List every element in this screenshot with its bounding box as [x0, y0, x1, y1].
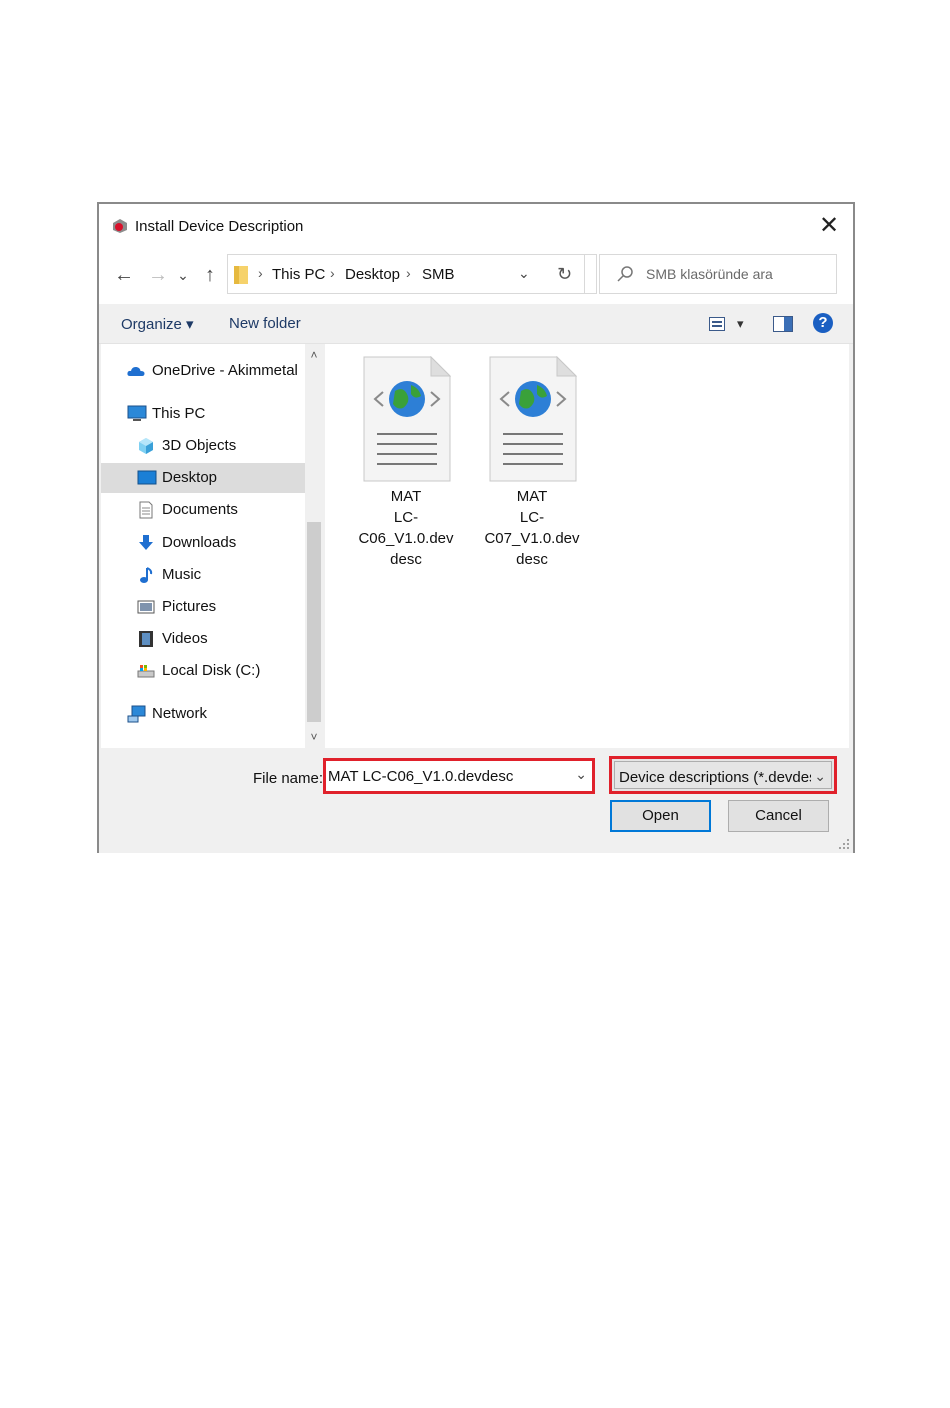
address-dropdown-icon[interactable]: ⌄	[518, 265, 530, 282]
up-button[interactable]: ↑	[199, 264, 221, 286]
organize-button[interactable]: Organize ▾	[121, 315, 194, 333]
document-icon	[139, 501, 153, 519]
address-row: ← → ⌄ ↑ › This PC › Desktop › SMB ⌄ ↻ SM…	[99, 248, 853, 304]
sidebar-item-3d-objects[interactable]: 3D Objects	[101, 431, 305, 461]
file-item[interactable]: MAT LC-C06_V1.0.dev desc	[351, 352, 461, 568]
music-note-icon	[140, 567, 153, 583]
sidebar-item-label: Music	[162, 566, 202, 583]
file-item[interactable]: MAT LC-C07_V1.0.dev desc	[477, 352, 587, 568]
sidebar-item-label: OneDrive - Akimmetal	[152, 362, 298, 379]
sidebar-item-onedrive[interactable]: OneDrive - Akimmetal	[101, 356, 305, 386]
sidebar-item-this-pc[interactable]: This PC	[101, 399, 305, 429]
up-arrow-icon: ↑	[205, 264, 215, 286]
breadcrumb-this-pc[interactable]: This PC	[272, 266, 325, 283]
sidebar-item-pictures[interactable]: Pictures	[101, 592, 305, 622]
chevron-down-icon[interactable]: ⌄	[575, 766, 587, 783]
preview-pane-icon[interactable]	[773, 316, 793, 332]
app-icon	[113, 219, 127, 233]
help-button[interactable]: ?	[813, 313, 833, 333]
sidebar-item-network[interactable]: Network	[101, 699, 305, 729]
refresh-button[interactable]: ↻	[545, 254, 585, 294]
cancel-button[interactable]: Cancel	[728, 800, 829, 832]
file-name-area: File name: ⌄ Device descriptions (*.devd…	[99, 748, 853, 853]
back-arrow-icon: ←	[114, 264, 134, 286]
sidebar-item-videos[interactable]: Videos	[101, 624, 305, 654]
drive-icon	[137, 665, 155, 678]
search-placeholder: SMB klasöründe ara	[646, 266, 773, 282]
view-dropdown-icon[interactable]: ▾	[737, 316, 744, 332]
sidebar-item-label: Videos	[162, 630, 208, 647]
chevron-down-icon: ⌄	[177, 267, 189, 283]
sidebar-item-desktop[interactable]: Desktop	[101, 463, 305, 493]
xml-web-file-icon	[363, 356, 451, 482]
sidebar-item-local-disk[interactable]: Local Disk (C:)	[101, 656, 305, 686]
view-options-icon[interactable]	[709, 317, 725, 331]
back-button[interactable]: ←	[113, 264, 135, 286]
scroll-down-icon[interactable]: ˅	[305, 728, 323, 746]
breadcrumb-separator: ›	[258, 265, 263, 281]
chevron-down-icon: ⌄	[814, 768, 826, 784]
sidebar-item-label: 3D Objects	[162, 437, 237, 454]
help-icon: ?	[818, 314, 828, 331]
sidebar-item-documents[interactable]: Documents	[101, 495, 305, 525]
sidebar-item-label: This PC	[152, 405, 206, 422]
breadcrumb-separator: ›	[406, 265, 411, 281]
folder-icon	[234, 266, 248, 284]
desktop-icon	[137, 470, 157, 485]
resize-grip-icon[interactable]	[838, 838, 850, 850]
navigation-scrollbar[interactable]: ˄ ˅	[305, 344, 323, 748]
sidebar-item-label: Downloads	[162, 534, 237, 551]
sidebar-item-downloads[interactable]: Downloads	[101, 528, 305, 558]
close-button[interactable]: ✕	[815, 212, 843, 240]
sidebar-item-music[interactable]: Music	[101, 560, 305, 590]
xml-web-file-icon	[489, 356, 577, 482]
recent-locations-button[interactable]: ⌄	[175, 264, 191, 286]
new-folder-button[interactable]: New folder	[229, 315, 301, 332]
scrollbar-thumb[interactable]	[307, 522, 321, 722]
search-box[interactable]: SMB klasöründe ara	[599, 254, 837, 294]
file-type-select[interactable]: Device descriptions (*.devdesc.x ⌄	[609, 756, 837, 794]
sidebar-item-label: Local Disk (C:)	[162, 662, 261, 679]
file-name-input[interactable]	[328, 766, 568, 786]
scroll-up-icon[interactable]: ˄	[305, 346, 323, 364]
refresh-icon: ↻	[556, 264, 573, 284]
cloud-icon	[127, 366, 145, 376]
address-bar[interactable]: › This PC › Desktop › SMB ⌄	[227, 254, 597, 294]
sidebar-item-label: Documents	[162, 501, 238, 518]
command-bar: Organize ▾ New folder ▾ ?	[99, 304, 853, 344]
cube-icon	[139, 438, 153, 454]
file-name-combobox[interactable]: ⌄	[323, 758, 595, 794]
sidebar-item-label: Desktop	[162, 469, 218, 486]
picture-icon	[137, 600, 155, 614]
file-name: MAT LC-C07_V1.0.dev desc	[484, 488, 580, 568]
open-button[interactable]: Open	[610, 800, 711, 832]
film-icon	[139, 631, 153, 647]
window-title: Install Device Description	[135, 218, 304, 235]
breadcrumb-smb[interactable]: SMB	[422, 266, 455, 283]
sidebar-item-label: Network	[152, 705, 208, 722]
file-list: MAT LC-C06_V1.0.dev desc MAT LC-C07_V1.0…	[325, 344, 849, 748]
title-bar: Install Device Description ✕	[99, 204, 853, 248]
breadcrumb-separator: ›	[330, 265, 335, 281]
file-type-value: Device descriptions (*.devdesc.x	[619, 769, 811, 786]
sidebar-item-label: Pictures	[162, 598, 217, 615]
search-icon	[617, 266, 633, 282]
forward-arrow-icon: →	[148, 264, 168, 286]
download-icon	[139, 535, 153, 550]
close-icon: ✕	[818, 212, 840, 239]
computer-icon	[127, 405, 147, 421]
breadcrumb-desktop[interactable]: Desktop	[345, 266, 400, 283]
forward-button[interactable]: →	[147, 264, 169, 286]
navigation-pane: OneDrive - Akimmetal This PC 3D Objects …	[101, 344, 305, 748]
install-device-description-dialog: Install Device Description ✕ ← → ⌄ ↑ › T…	[97, 202, 855, 853]
file-name: MAT LC-C06_V1.0.dev desc	[358, 488, 454, 568]
network-icon	[127, 705, 146, 723]
file-type-inner: Device descriptions (*.devdesc.x ⌄	[614, 761, 832, 789]
file-name-label: File name:	[253, 770, 324, 787]
